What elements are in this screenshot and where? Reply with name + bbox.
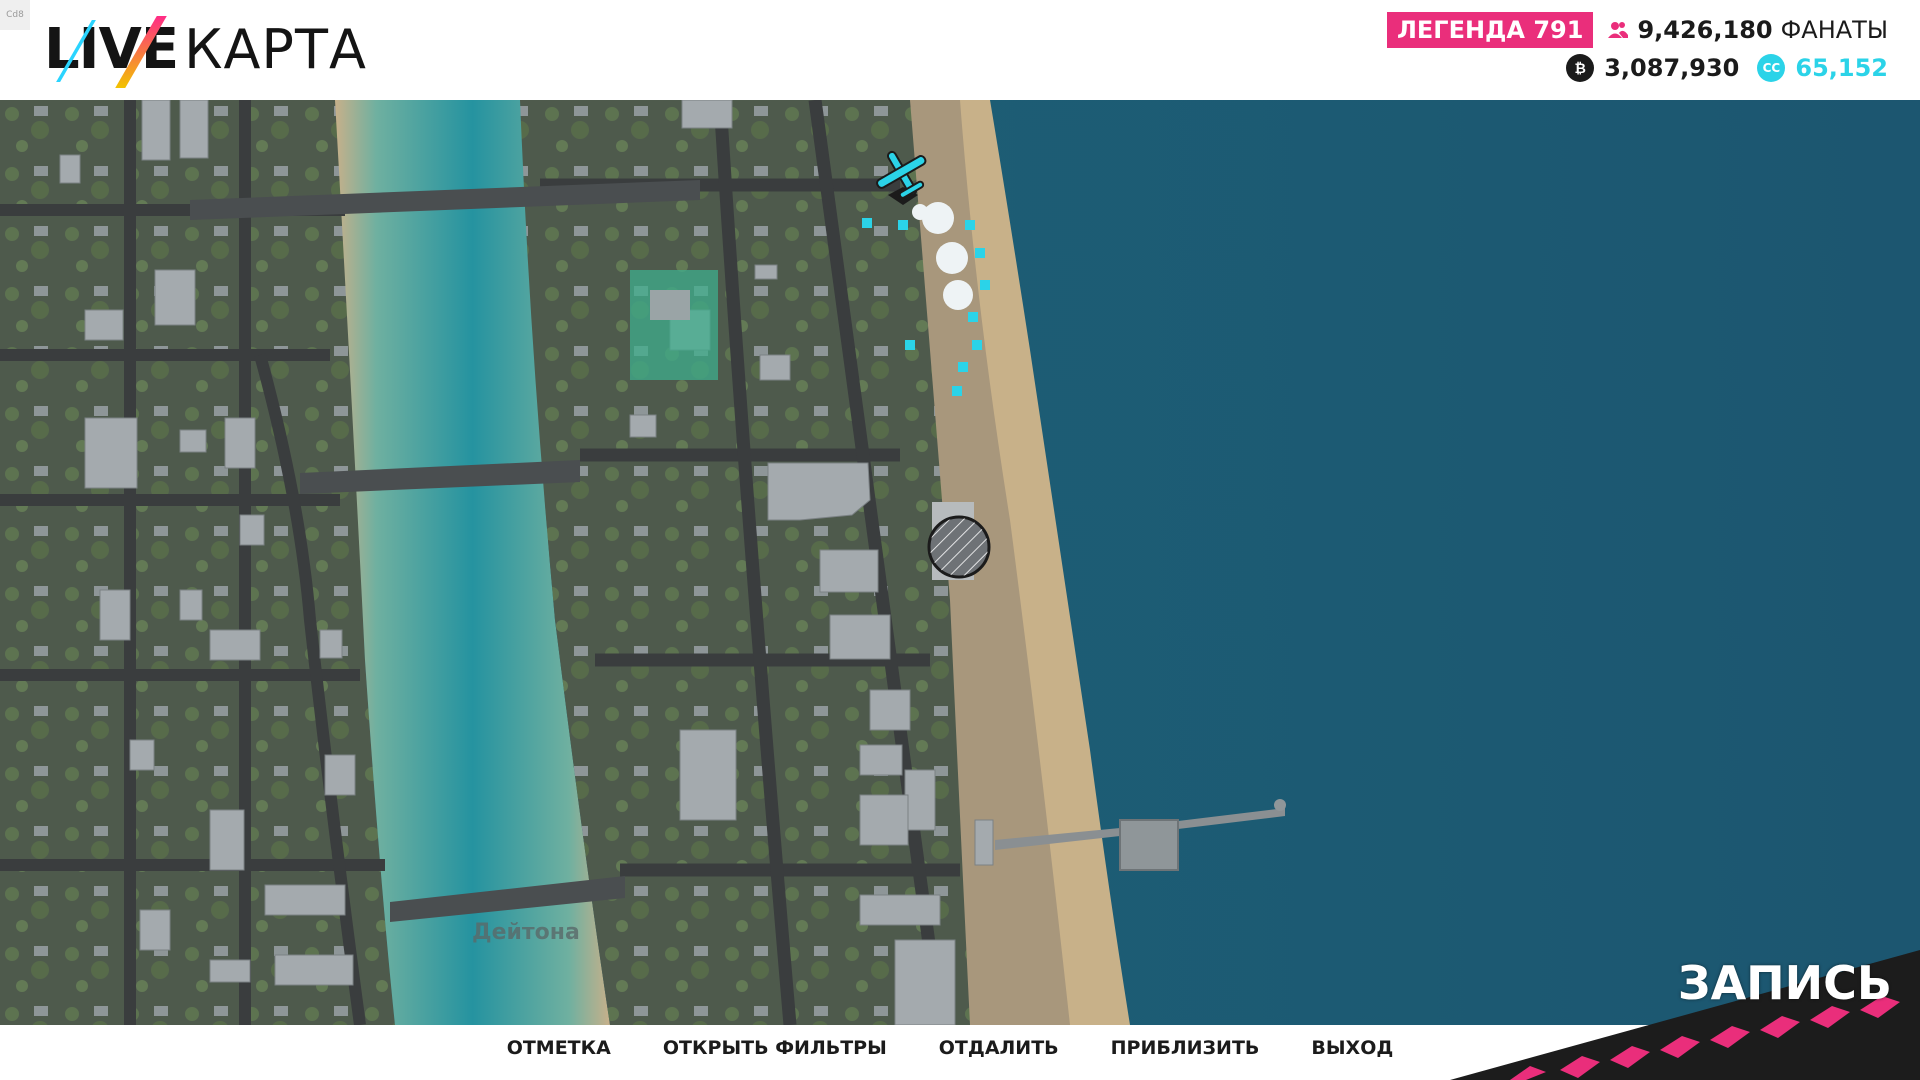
zoom-out-button[interactable]: ОТДАЛИТЬ	[939, 1037, 1059, 1059]
open-filters-button[interactable]: ОТКРЫТЬ ФИЛЬТРЫ	[663, 1037, 887, 1059]
skill-points-icon: CC	[1757, 54, 1786, 82]
fans-label: ФАНАТЫ	[1780, 16, 1888, 44]
fans-icon	[1608, 22, 1629, 38]
mark-button[interactable]: ОТМЕТКА	[507, 1037, 611, 1059]
plane-icon[interactable]	[868, 145, 938, 215]
credits-stat: ₿ 3,087,930	[1566, 54, 1739, 82]
town-label: Дейтона	[472, 920, 580, 945]
live-map-logo: LIVE КАРТА	[44, 14, 367, 88]
zoom-in-button[interactable]: ПРИБЛИЗИТЬ	[1111, 1037, 1260, 1059]
credits-icon: ₿	[1566, 54, 1595, 82]
map-view[interactable]: Дейтона	[0, 100, 1920, 1025]
legend-badge: ЛЕГЕНДА 791	[1386, 12, 1594, 48]
fans-stat: 9,426,180 ФАНАТЫ	[1607, 16, 1888, 44]
record-label: ЗАПИСЬ	[1677, 956, 1892, 1010]
skill-points-stat: CC 65,152	[1757, 54, 1888, 82]
fans-count: 9,426,180	[1637, 16, 1773, 44]
logo-map-text: КАРТА	[184, 17, 367, 81]
exit-button[interactable]: ВЫХОД	[1311, 1037, 1393, 1059]
map-cursor[interactable]	[926, 514, 992, 580]
skill-points-value: 65,152	[1795, 54, 1888, 82]
corner-tag: Cd8	[0, 0, 30, 30]
credits-value: 3,087,930	[1604, 54, 1740, 82]
top-bar: Cd8 LIVE КАРТА ЛЕГЕНДА 791 9,426,180 ФАН…	[0, 0, 1920, 100]
player-stats-primary: ЛЕГЕНДА 791 9,426,180 ФАНАТЫ	[1386, 12, 1888, 48]
player-stats-currency: ₿ 3,087,930 CC 65,152	[1566, 54, 1888, 82]
